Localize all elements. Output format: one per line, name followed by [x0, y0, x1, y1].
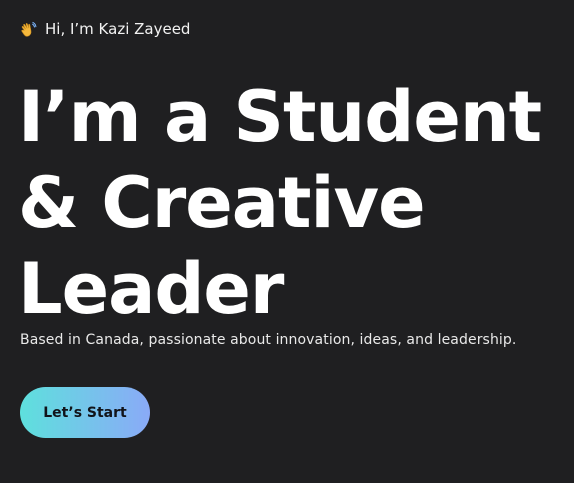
waving-hand-icon: [20, 21, 37, 38]
headline-line-3: Leader: [18, 248, 284, 330]
greeting: Hi, I’m Kazi Zayeed: [20, 18, 190, 40]
hero-tagline: Based in Canada, passionate about innova…: [20, 332, 517, 348]
hero-section: Hi, I’m Kazi Zayeed I’m a Student & Crea…: [18, 0, 570, 483]
hero-headline: I’m a Student & Creative Leader: [18, 74, 542, 332]
lets-start-button[interactable]: Let’s Start: [20, 387, 150, 438]
headline-line-2: & Creative: [18, 162, 426, 244]
greeting-text: Hi, I’m Kazi Zayeed: [45, 20, 191, 38]
headline-line-1: I’m a Student: [18, 76, 542, 158]
